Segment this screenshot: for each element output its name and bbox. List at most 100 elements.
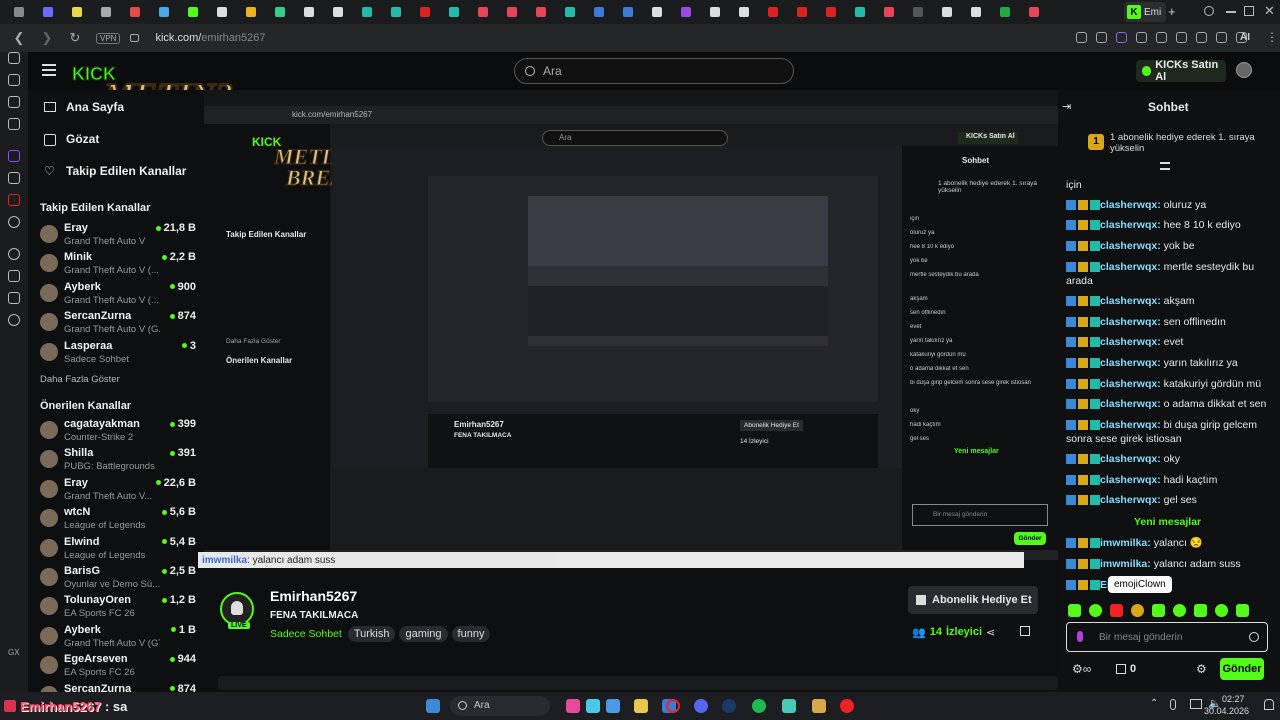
sidebar-channel-item[interactable]: SercanZurna Grand Theft Auto V (G... 874 — [40, 310, 200, 338]
following-nav-label[interactable]: Takip Edilen Kanallar — [66, 164, 186, 178]
home-nav-label[interactable]: Ana Sayfa — [66, 100, 124, 114]
tab-favicon[interactable] — [129, 7, 140, 17]
emote-icon[interactable] — [1152, 604, 1165, 617]
tab-favicon[interactable] — [883, 7, 894, 17]
tab-favicon[interactable] — [564, 7, 575, 17]
sidebar-channel-item[interactable]: AyberkGrand Theft Auto V (GTA) 1 B — [40, 624, 200, 652]
active-tab[interactable]: K Emi — [1124, 2, 1166, 22]
collapse-chat-icon[interactable]: ⇥ — [1062, 100, 1071, 113]
emote-icon[interactable] — [1110, 604, 1123, 617]
chat-username[interactable]: clasherwqx: — [1100, 316, 1161, 328]
minimize-icon[interactable] — [1226, 11, 1236, 13]
game-icon[interactable] — [812, 699, 826, 713]
tab-favicon[interactable] — [970, 7, 981, 17]
chat-settings-icon[interactable]: ⚙∞ — [1072, 662, 1091, 676]
emote-icon[interactable] — [1068, 604, 1081, 617]
menu-dots-icon[interactable]: ⋮ — [1266, 30, 1278, 44]
chat-message[interactable]: clasherwqx: bi duşa girip gelcem sonra s… — [1066, 418, 1274, 446]
tab-favicon[interactable] — [796, 7, 807, 17]
play-icon[interactable] — [1136, 32, 1147, 43]
forward-icon[interactable]: ❯ — [38, 30, 56, 46]
sidebar-channel-item[interactable]: Ayberk Grand Theft Auto V (... 900 — [40, 281, 200, 309]
chat-message[interactable]: için — [1066, 178, 1274, 192]
chat-username[interactable]: clasherwqx: — [1100, 199, 1161, 211]
kicks-buy-button[interactable]: KICKs Satın Al — [1136, 59, 1226, 83]
sidebar-channel-item[interactable]: TolunayOren EA Sports FC 26 1,2 B — [40, 594, 200, 622]
chat-username[interactable]: clasherwqx: — [1100, 398, 1161, 410]
close-window-icon[interactable]: ✕ — [1264, 3, 1275, 19]
back-icon[interactable]: ❮ — [10, 30, 28, 46]
tab-favicon[interactable] — [390, 7, 401, 17]
tag-chip[interactable]: gaming — [399, 626, 448, 642]
chat-message[interactable]: imwmilka: yalancı adam suss — [1066, 557, 1274, 571]
chat-username[interactable]: clasherwqx: — [1100, 494, 1161, 506]
sidebar-channel-item[interactable]: Lasperaa Sadece Sohbet 3 — [40, 340, 200, 368]
spotify-icon[interactable] — [752, 699, 766, 713]
tab-favicon[interactable] — [767, 7, 778, 17]
tray-chevron-icon[interactable]: ⌃ — [1150, 698, 1158, 709]
tab-favicon[interactable] — [593, 7, 604, 17]
clock-icon[interactable] — [8, 248, 20, 260]
taskbar-date[interactable]: 30.04.2026 — [1204, 706, 1249, 716]
chat-message[interactable]: imwmilka: yalancı 😒 — [1066, 536, 1274, 550]
pinwheel-icon[interactable] — [586, 699, 600, 713]
tab-favicon[interactable] — [680, 7, 691, 17]
heart-icon[interactable] — [1156, 32, 1167, 43]
sidebar-channel-item[interactable]: Elwind League of Legends 5,4 B — [40, 536, 200, 564]
lock-icon[interactable] — [130, 34, 140, 42]
emote-icon[interactable] — [1173, 604, 1186, 617]
tab-favicon[interactable] — [100, 7, 111, 17]
heart-icon[interactable]: ♡ — [44, 164, 55, 178]
vpn-app-icon[interactable] — [782, 699, 796, 713]
home-icon[interactable] — [44, 102, 56, 112]
tab-favicon[interactable] — [622, 7, 633, 17]
user-menu-icon[interactable] — [1020, 626, 1030, 636]
tab-favicon[interactable] — [361, 7, 372, 17]
category-link[interactable]: Sadece Sohbet — [270, 628, 342, 640]
download-icon[interactable] — [1216, 32, 1227, 43]
expand-chevron-icon[interactable] — [1160, 162, 1170, 170]
tab-favicon[interactable] — [506, 7, 517, 17]
wallet-icon[interactable] — [1196, 32, 1207, 43]
chat-message[interactable]: clasherwqx: akşam — [1066, 294, 1274, 308]
chat-username[interactable]: clasherwqx: — [1100, 453, 1161, 465]
new-tab-button[interactable]: + — [1168, 4, 1176, 19]
tab-favicon[interactable] — [216, 7, 227, 17]
sidebar-channel-item[interactable]: Minik Grand Theft Auto V (... 2,2 B — [40, 251, 200, 279]
steam-icon[interactable] — [722, 699, 736, 713]
tab-favicon[interactable] — [274, 7, 285, 17]
send-button[interactable]: Gönder — [1220, 658, 1264, 680]
mic-icon[interactable] — [1077, 631, 1083, 642]
chat-username[interactable]: clasherwqx: — [1100, 219, 1161, 231]
tab-favicon[interactable] — [477, 7, 488, 17]
youtube-icon[interactable] — [8, 194, 20, 206]
chat-message[interactable]: clasherwqx: sen offlinedın — [1066, 315, 1274, 329]
sidebar-channel-item[interactable]: EgeArseven EA Sports FC 26 944 — [40, 653, 200, 681]
extensions-icon[interactable] — [1176, 32, 1187, 43]
new-messages-label[interactable]: Yeni mesajlar — [1134, 516, 1201, 528]
channel-avatar[interactable] — [220, 592, 254, 626]
tag-chip[interactable]: Turkish — [347, 626, 396, 642]
tab-favicon[interactable] — [448, 7, 459, 17]
wallet-icon[interactable] — [8, 74, 20, 86]
tab-favicon[interactable] — [419, 7, 430, 17]
chat-message[interactable]: clasherwqx: katakuriyi gördün mü — [1066, 377, 1274, 391]
ai-button[interactable]: AI — [1240, 32, 1250, 43]
chat-input[interactable]: Bir mesaj gönderin — [1066, 622, 1268, 652]
tab-favicon[interactable] — [187, 7, 198, 17]
sidebar-channel-item[interactable]: Eray Grand Theft Auto V... 22,6 B — [40, 477, 200, 505]
taskbar-time[interactable]: 02:27 — [1222, 694, 1245, 704]
gift-subscription-button[interactable]: Abonelik Hediye Et — [908, 586, 1038, 614]
sidebar-channel-item[interactable]: BarisG Oyunlar ve Demo Sü... 2,5 B — [40, 565, 200, 593]
twitch-icon[interactable] — [8, 150, 20, 162]
camera-icon[interactable] — [1096, 32, 1107, 43]
emote-icon[interactable] — [1215, 604, 1228, 617]
maximize-icon[interactable] — [1244, 6, 1254, 16]
opera-gx-icon[interactable] — [666, 699, 680, 713]
search-input[interactable]: Ara — [514, 58, 794, 84]
chat-message[interactable]: clasherwqx: oky — [1066, 452, 1274, 466]
diamond-icon[interactable] — [8, 292, 20, 304]
tab-favicon[interactable] — [332, 7, 343, 17]
tab-favicon[interactable] — [13, 7, 24, 17]
tab-favicon[interactable] — [709, 7, 720, 17]
